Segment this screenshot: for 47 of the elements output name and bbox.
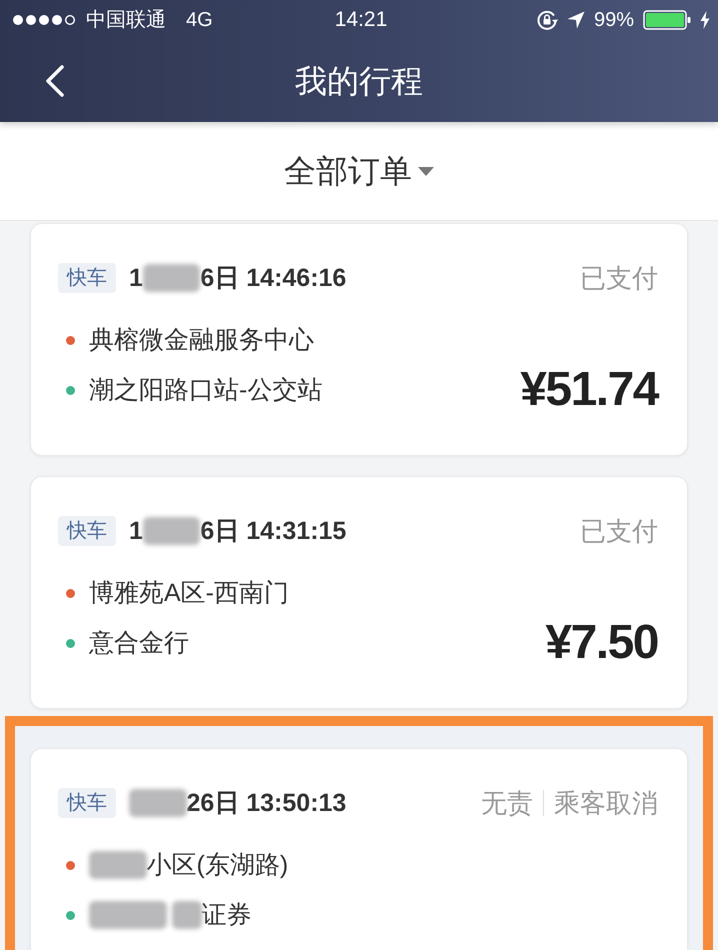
redaction-blur	[172, 901, 202, 929]
origin-dot-icon	[66, 336, 75, 344]
status-time: 14:21	[334, 8, 388, 32]
order-status: 已支付	[580, 515, 658, 547]
battery-percent: 99%	[594, 8, 634, 32]
origin-dot-icon	[66, 860, 75, 870]
order-card[interactable]: 快车 1 6日 14:31:15 已支付 博雅苑A区-西南门 意合金行 ¥7.50	[30, 476, 688, 709]
order-time: 26日 13:50:13	[186, 788, 346, 819]
order-price: ¥7.50	[545, 618, 658, 668]
rotation-lock-icon	[536, 9, 558, 31]
filter-dropdown[interactable]: 全部订单	[284, 151, 434, 191]
order-status: 乘客取消	[554, 787, 658, 819]
back-icon[interactable]	[45, 65, 65, 97]
redaction-blur	[129, 789, 186, 817]
order-time: 6日 14:31:15	[200, 516, 346, 547]
order-time: 1	[129, 263, 143, 294]
ride-type-badge: 快车	[58, 263, 116, 293]
ride-type-badge: 快车	[58, 516, 116, 546]
redaction-blur	[142, 264, 200, 292]
destination-address: 意合金行	[89, 628, 189, 659]
destination-dot-icon	[66, 638, 75, 648]
order-time: 1	[129, 516, 143, 547]
destination-address: 潮之阳路口站-公交站	[89, 375, 322, 406]
order-status: 已支付	[580, 262, 658, 294]
order-status: 无责	[481, 787, 533, 819]
origin-dot-icon	[66, 588, 75, 598]
signal-dots-icon	[12, 14, 76, 26]
order-time: 6日 14:46:16	[200, 263, 346, 294]
order-price: ¥51.74	[520, 365, 658, 415]
page-title: 我的行程	[295, 62, 423, 101]
origin-address: 典榕微金融服务中心	[89, 325, 314, 356]
order-card[interactable]: 快车 26日 13:50:13 无责 乘客取消 小区(东湖路) 证券	[30, 748, 688, 950]
redaction-blur	[89, 851, 146, 879]
destination-dot-icon	[66, 386, 75, 394]
battery-icon	[643, 10, 691, 30]
ride-type-badge: 快车	[58, 788, 116, 818]
origin-address: 博雅苑A区-西南门	[89, 578, 289, 609]
carrier-name: 中国联通	[86, 8, 166, 32]
origin-address: 小区(东湖路)	[146, 850, 288, 881]
destination-dot-icon	[66, 910, 75, 920]
charging-bolt-icon	[700, 11, 710, 29]
caret-icon	[418, 166, 434, 176]
network-type: 4G	[186, 8, 213, 32]
location-arrow-icon	[566, 11, 585, 29]
destination-address: 证券	[202, 900, 252, 931]
redaction-blur	[142, 517, 200, 545]
order-card[interactable]: 快车 1 6日 14:46:16 已支付 典榕微金融服务中心 潮之阳路口站-公交站 ¥51.74	[30, 223, 688, 456]
